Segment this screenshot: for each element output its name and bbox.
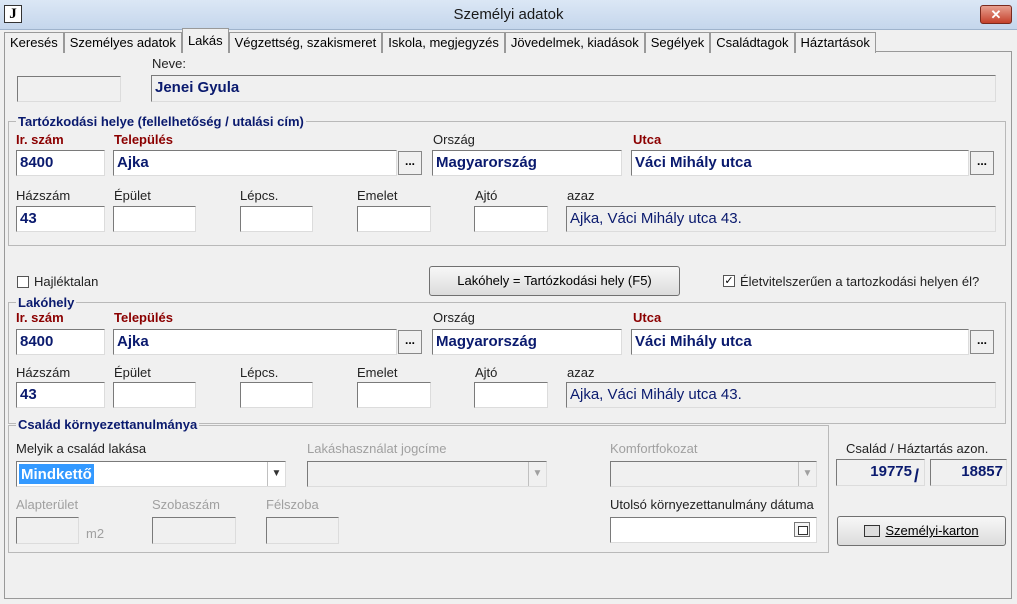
home-building-input[interactable] <box>113 382 196 408</box>
home-building-label: Épület <box>114 365 151 380</box>
residence-door-input[interactable] <box>474 206 548 232</box>
home-house-input[interactable]: 43 <box>16 382 105 408</box>
usage-select[interactable]: ▼ <box>307 461 547 487</box>
homeless-label: Hajléktalan <box>34 274 99 289</box>
home-summary-field: Ajka, Váci Mihály utca 43. <box>566 382 996 408</box>
residence-city-label: Település <box>114 132 174 147</box>
tab-haztartasok[interactable]: Háztartások <box>794 32 876 53</box>
home-zip-label: Ir. szám <box>16 310 64 325</box>
residence-country-label: Ország <box>433 132 475 147</box>
area-unit-label: m2 <box>86 526 105 541</box>
residence-zip-label: Ir. szám <box>16 132 64 147</box>
homeless-checkbox[interactable] <box>17 276 29 288</box>
family-env-group-title: Család környezettanulmánya <box>16 417 200 432</box>
chevron-down-icon: ▼ <box>798 462 816 486</box>
home-city-label: Település <box>114 310 174 325</box>
name-label: Neve: <box>152 56 186 71</box>
home-stairs-label: Lépcs. <box>240 365 279 380</box>
comfort-select[interactable]: ▼ <box>610 461 817 487</box>
home-floor-input[interactable] <box>357 382 431 408</box>
residence-city-input[interactable]: Ajka <box>113 150 397 176</box>
rooms-label: Szobaszám <box>152 497 220 512</box>
residence-summary-field: Ajka, Váci Mihály utca 43. <box>566 206 996 232</box>
last-study-date-label: Utolsó környezettanulmány dátuma <box>610 497 814 512</box>
calendar-icon[interactable] <box>794 522 810 537</box>
home-city-lookup-button[interactable]: ... <box>398 330 422 354</box>
window-title: Személyi adatok <box>453 6 564 23</box>
name-field: Jenei Gyula <box>151 75 996 102</box>
home-stairs-input[interactable] <box>240 382 313 408</box>
home-street-label: Utca <box>633 310 662 325</box>
residence-summary-label: azaz <box>567 188 595 203</box>
tab-szemelyes-adatok[interactable]: Személyes adatok <box>63 32 182 53</box>
residence-building-label: Épület <box>114 188 151 203</box>
rooms-input[interactable] <box>152 517 236 544</box>
comfort-label: Komfortfokozat <box>610 441 698 456</box>
residence-country-input[interactable]: Magyarország <box>432 150 622 176</box>
close-button[interactable]: ✕ <box>980 5 1012 24</box>
halfrooms-input[interactable] <box>266 517 339 544</box>
checkmark-icon: ✓ <box>724 275 734 287</box>
tab-lakas[interactable]: Lakás <box>181 28 229 53</box>
printer-icon <box>864 524 881 537</box>
residence-door-label: Ajtó <box>475 188 498 203</box>
whose-home-label: Melyik a család lakása <box>16 441 147 456</box>
home-group-title: Lakóhely <box>16 295 77 310</box>
halfrooms-label: Félszoba <box>266 497 319 512</box>
usage-label: Lakáshasználat jogcíme <box>307 441 447 456</box>
home-door-label: Ajtó <box>475 365 498 380</box>
close-icon: ✕ <box>990 7 1002 22</box>
tab-iskola[interactable]: Iskola, megjegyzés <box>382 32 505 53</box>
residence-street-lookup-button[interactable]: ... <box>970 151 994 175</box>
tab-jovedelmek[interactable]: Jövedelmek, kiadások <box>504 32 645 53</box>
personal-card-button[interactable]: Személyi-karton <box>837 516 1006 546</box>
area-label: Alapterület <box>16 497 79 512</box>
area-input[interactable] <box>16 517 79 544</box>
tab-vegzettseg[interactable]: Végzettség, szakismeret <box>228 32 383 53</box>
whose-home-selected-value: Mindkettő <box>19 464 94 484</box>
home-house-label: Házszám <box>16 365 71 380</box>
residence-street-label: Utca <box>633 132 662 147</box>
residence-zip-input[interactable]: 8400 <box>16 150 105 176</box>
home-city-input[interactable]: Ajka <box>113 329 397 355</box>
home-street-lookup-button[interactable]: ... <box>970 330 994 354</box>
residence-group-title: Tartózkodási helye (fellelhetőség / utal… <box>16 114 306 129</box>
family-id-field: 19775 <box>836 459 925 486</box>
tab-csaladtagok[interactable]: Családtagok <box>710 32 795 53</box>
lives-there-checkbox[interactable]: ✓ <box>723 275 735 287</box>
whose-home-select[interactable]: Mindkettő ▼ <box>16 461 286 487</box>
home-summary-label: azaz <box>567 365 595 380</box>
chevron-down-icon: ▼ <box>528 462 546 486</box>
ids-label: Család / Háztartás azon. <box>846 441 989 456</box>
home-country-label: Ország <box>433 310 475 325</box>
id-separator: / <box>914 466 920 486</box>
residence-city-lookup-button[interactable]: ... <box>398 151 422 175</box>
person-id-field <box>17 76 121 102</box>
residence-street-input[interactable]: Váci Mihály utca <box>631 150 969 176</box>
tab-strip: Keresés Személyes adatok Lakás Végzettsé… <box>4 28 876 53</box>
residence-stairs-label: Lépcs. <box>240 188 279 203</box>
residence-floor-input[interactable] <box>357 206 431 232</box>
household-id-field: 18857 <box>930 459 1007 486</box>
home-street-input[interactable]: Váci Mihály utca <box>631 329 969 355</box>
chevron-down-icon[interactable]: ▼ <box>267 462 285 486</box>
home-floor-label: Emelet <box>357 365 398 380</box>
home-country-input[interactable]: Magyarország <box>432 329 622 355</box>
residence-floor-label: Emelet <box>357 188 398 203</box>
tab-kereses[interactable]: Keresés <box>4 32 64 53</box>
personal-card-button-label: Személyi-karton <box>885 523 979 538</box>
home-zip-input[interactable]: 8400 <box>16 329 105 355</box>
copy-residence-button[interactable]: Lakóhely = Tartózkodási hely (F5) <box>429 266 680 296</box>
residence-building-input[interactable] <box>113 206 196 232</box>
tab-segelyek[interactable]: Segélyek <box>644 32 711 53</box>
home-door-input[interactable] <box>474 382 548 408</box>
last-study-date-input[interactable] <box>610 517 817 543</box>
lives-there-label: Életvitelszerűen a tartozkodási helyen é… <box>740 274 980 289</box>
residence-stairs-input[interactable] <box>240 206 313 232</box>
residence-house-input[interactable]: 43 <box>16 206 105 232</box>
residence-house-label: Házszám <box>16 188 71 203</box>
